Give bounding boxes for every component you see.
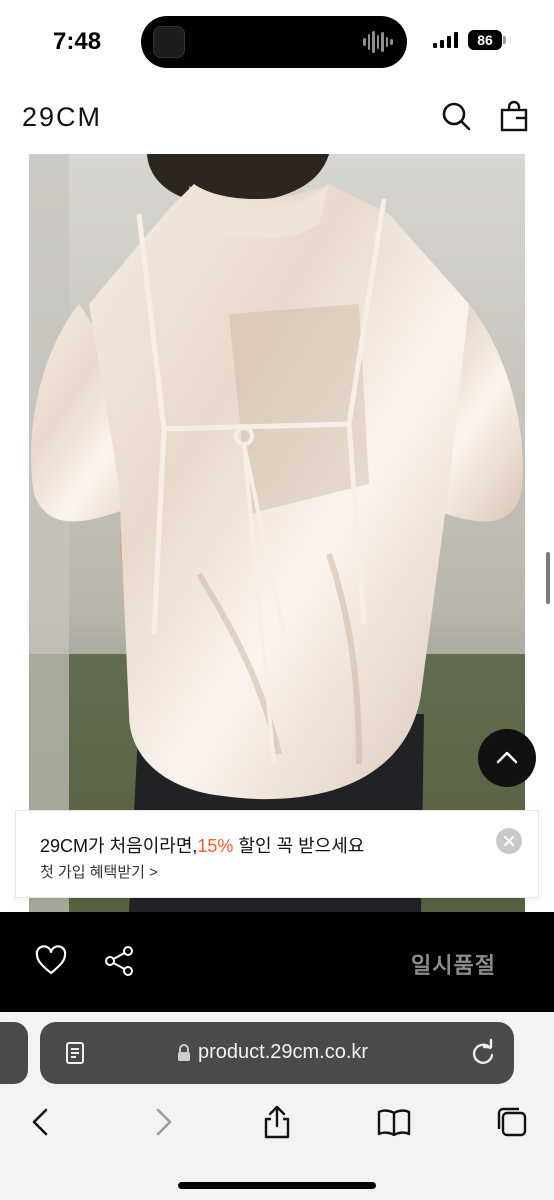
scroll-indicator[interactable] xyxy=(546,552,550,604)
search-icon[interactable] xyxy=(440,100,472,132)
product-photo xyxy=(29,154,525,912)
banner-title-suffix: 할인 꼭 받으세요 xyxy=(233,836,365,856)
product-action-bar: 일시품절 xyxy=(0,912,554,1012)
shopping-bag-icon[interactable] xyxy=(498,100,530,132)
product-image[interactable] xyxy=(29,154,525,912)
dynamic-island xyxy=(141,16,407,68)
scroll-to-top-button[interactable] xyxy=(478,729,536,787)
signup-benefit-link[interactable]: 첫 가입 혜택받기 > xyxy=(40,861,158,882)
forward-icon xyxy=(156,1108,172,1136)
address-bar[interactable]: product.29cm.co.kr xyxy=(40,1022,514,1084)
bookmarks-icon xyxy=(377,1109,411,1137)
tabs-icon xyxy=(497,1107,527,1137)
reload-icon[interactable] xyxy=(468,1038,498,1068)
browser-share-button[interactable] xyxy=(259,1104,295,1140)
battery-icon xyxy=(503,36,506,44)
close-icon xyxy=(504,836,514,846)
bookmarks-button[interactable] xyxy=(376,1104,412,1140)
forward-button[interactable] xyxy=(144,1104,180,1140)
battery-level: 86 xyxy=(468,30,502,50)
share-icon xyxy=(264,1105,290,1139)
close-banner-button[interactable] xyxy=(496,828,522,854)
browser-chrome: product.29cm.co.kr xyxy=(0,1012,554,1200)
discount-percent: 15% xyxy=(197,836,234,856)
banner-title-prefix: 29CM가 처음이라면, xyxy=(40,836,198,856)
home-indicator xyxy=(178,1182,376,1189)
back-button[interactable] xyxy=(24,1104,60,1140)
status-time: 7:48 xyxy=(53,28,102,55)
status-bar: 7:48 86 xyxy=(0,0,554,84)
reader-mode-icon[interactable] xyxy=(62,1040,88,1066)
heart-icon[interactable] xyxy=(34,944,68,978)
camera-icon xyxy=(153,26,185,58)
audio-wave-icon xyxy=(363,30,394,54)
app-header: 29CM xyxy=(0,84,554,152)
brand-logo[interactable]: 29CM xyxy=(22,102,102,133)
back-icon xyxy=(32,1108,48,1136)
url-text[interactable]: product.29cm.co.kr xyxy=(198,1041,368,1064)
signup-promo-banner[interactable]: 29CM가 처음이라면,15% 할인 꼭 받으세요 첫 가입 혜택받기 > xyxy=(15,810,539,898)
tabs-button[interactable] xyxy=(494,1104,530,1140)
chevron-up-icon xyxy=(496,751,518,764)
share-icon[interactable] xyxy=(102,944,136,978)
previous-tab-preview[interactable] xyxy=(0,1022,28,1084)
sold-out-status: 일시품절 xyxy=(411,953,496,978)
page: 7:48 86 29CM 29CM가 처음이라면,15% 할인 꼭 받으세요 첫… xyxy=(0,0,554,1200)
lock-icon xyxy=(178,1044,190,1061)
banner-title: 29CM가 처음이라면,15% 할인 꼭 받으세요 xyxy=(40,832,364,858)
cellular-signal-icon xyxy=(433,32,458,48)
